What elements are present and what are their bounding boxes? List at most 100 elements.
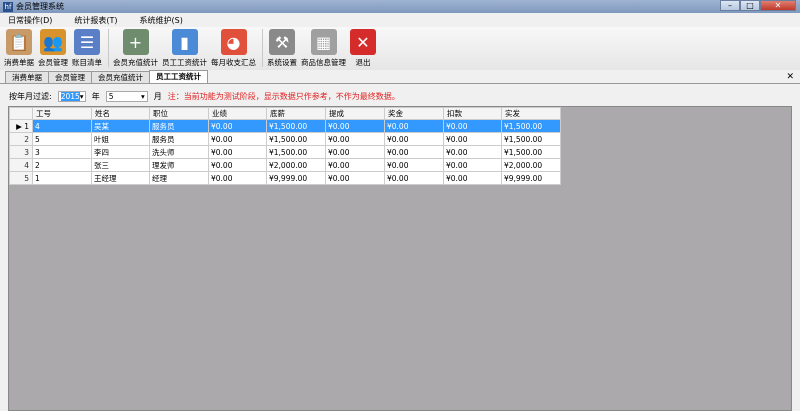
tab-0[interactable]: 消费单据	[5, 71, 49, 83]
tab-2[interactable]: 会员充值统计	[91, 71, 150, 83]
column-header[interactable]: 业绩	[208, 107, 267, 120]
row-number[interactable]: 5	[9, 171, 33, 185]
tab-3[interactable]: 员工工资统计	[149, 70, 208, 83]
table-cell[interactable]: ¥2,000.00	[266, 158, 326, 172]
toolbar-button-exit[interactable]: ✕ 退出	[350, 27, 376, 68]
table-cell[interactable]: 理发师	[149, 158, 209, 172]
table-cell[interactable]: 吴某	[91, 119, 150, 133]
menu-item[interactable]: 统计报表(T)	[74, 15, 117, 26]
close-button[interactable]: ✕	[760, 0, 796, 11]
table-cell[interactable]: ¥9,999.00	[501, 171, 561, 185]
grid-icon: ▦	[310, 29, 337, 55]
table-cell[interactable]: ¥1,500.00	[266, 119, 326, 133]
table-cell[interactable]: ¥0.00	[208, 158, 267, 172]
table-cell[interactable]: 经理	[149, 171, 209, 185]
toolbar-label: 每月收支汇总	[211, 58, 256, 67]
table-cell[interactable]: ¥0.00	[384, 145, 444, 159]
year-select[interactable]: 2015 ▾	[57, 91, 86, 102]
table-cell[interactable]: 服务员	[149, 119, 209, 133]
toolbar-button-tools[interactable]: ⚒ 系统设置	[267, 27, 297, 68]
toolbar-button-grid[interactable]: ▦ 商品信息管理	[301, 27, 346, 68]
column-header[interactable]: 扣款	[443, 107, 502, 120]
toolbar-separator	[108, 29, 109, 67]
filter-bar: 按年月过滤: 2015 ▾ 年 5 ▾ 月 注：当前功能为测试阶段，显示数据只作参考…	[9, 91, 400, 102]
table-cell[interactable]: ¥0.00	[443, 119, 502, 133]
minimize-button[interactable]: –	[720, 0, 740, 11]
table-row[interactable]: 2 5 叶姐 服务员 ¥0.00 ¥1,500.00 ¥0.00 ¥0.00 ¥0.00 ¥1,5…	[9, 132, 561, 146]
month-select[interactable]: 5 ▾	[105, 91, 148, 102]
month-unit: 月	[153, 92, 162, 101]
column-header[interactable]: 提成	[325, 107, 385, 120]
row-number[interactable]: 3	[9, 145, 33, 159]
table-cell[interactable]: ¥2,000.00	[501, 158, 561, 172]
table-cell[interactable]: ¥9,999.00	[266, 171, 326, 185]
table-cell[interactable]: ¥0.00	[443, 145, 502, 159]
table-cell[interactable]: ¥0.00	[384, 119, 444, 133]
table-cell[interactable]: ¥0.00	[443, 158, 502, 172]
table-cell[interactable]: ¥0.00	[443, 132, 502, 146]
toolbar-label: 消费单据	[4, 58, 34, 67]
toolbar-label: 员工工资统计	[162, 58, 207, 67]
table-cell[interactable]: 1	[32, 171, 92, 185]
table-cell[interactable]: 王经理	[91, 171, 150, 185]
table-cell[interactable]: ¥0.00	[208, 145, 267, 159]
column-header[interactable]: 工号	[32, 107, 92, 120]
table-cell[interactable]: ¥0.00	[208, 132, 267, 146]
column-header[interactable]: 职位	[149, 107, 209, 120]
table-cell[interactable]: 3	[32, 145, 92, 159]
table-cell[interactable]: ¥1,500.00	[501, 145, 561, 159]
table-cell[interactable]: ¥1,500.00	[266, 145, 326, 159]
toolbar-button-users[interactable]: 👥 会员管理	[38, 27, 68, 68]
row-number[interactable]: 2	[9, 132, 33, 146]
table-cell[interactable]: ¥1,500.00	[501, 132, 561, 146]
app-icon: hf	[3, 1, 13, 12]
table-cell[interactable]: 4	[32, 119, 92, 133]
table-cell[interactable]: ¥0.00	[384, 158, 444, 172]
toolbar-button-clipboard[interactable]: 📋 消费单据	[4, 27, 34, 68]
close-tab-icon[interactable]: ✕	[786, 72, 794, 82]
table-cell[interactable]: 张三	[91, 158, 150, 172]
menu-bar: 日常操作(D) 统计报表(T) 系统维护(S)	[0, 13, 800, 27]
row-number[interactable]: ▶ 1	[9, 119, 33, 133]
row-number[interactable]: 4	[9, 158, 33, 172]
table-cell[interactable]: ¥0.00	[384, 132, 444, 146]
table-cell[interactable]: ¥1,500.00	[501, 119, 561, 133]
exit-icon: ✕	[350, 29, 376, 55]
table-cell[interactable]: ¥1,500.00	[266, 132, 326, 146]
menu-item[interactable]: 系统维护(S)	[140, 15, 183, 26]
table-row[interactable]: ▶ 1 4 吴某 服务员 ¥0.00 ¥1,500.00 ¥0.00 ¥0.00 ¥0.00 ¥1…	[9, 119, 561, 133]
table-row[interactable]: 3 3 李四 洗头师 ¥0.00 ¥1,500.00 ¥0.00 ¥0.00 ¥0.00 ¥1,5…	[9, 145, 561, 159]
menu-item[interactable]: 日常操作(D)	[8, 15, 52, 26]
table-cell[interactable]: 服务员	[149, 132, 209, 146]
toolbar-button-bar-chart[interactable]: ▮ 员工工资统计	[162, 27, 207, 68]
table-cell[interactable]: ¥0.00	[325, 171, 385, 185]
column-header[interactable]: 底薪	[266, 107, 326, 120]
table-cell[interactable]: ¥0.00	[443, 171, 502, 185]
table-cell[interactable]: 5	[32, 132, 92, 146]
tab-1[interactable]: 会员管理	[48, 71, 92, 83]
table-cell[interactable]: 叶姐	[91, 132, 150, 146]
table-cell[interactable]: 李四	[91, 145, 150, 159]
column-header[interactable]: 奖金	[384, 107, 444, 120]
table-cell[interactable]: ¥0.00	[325, 158, 385, 172]
title-bar: hf 会员管理系统 – □ ✕	[0, 0, 800, 13]
toolbar-button-list[interactable]: ☰ 账目清单	[72, 27, 102, 68]
maximize-button[interactable]: □	[740, 0, 760, 11]
table-cell[interactable]: ¥0.00	[208, 171, 267, 185]
database-add-icon: +	[122, 29, 149, 55]
table-cell[interactable]: ¥0.00	[384, 171, 444, 185]
table-cell[interactable]: 2	[32, 158, 92, 172]
toolbar-button-pie-chart[interactable]: ◕ 每月收支汇总	[211, 27, 256, 68]
table-row[interactable]: 4 2 张三 理发师 ¥0.00 ¥2,000.00 ¥0.00 ¥0.00 ¥0.00 ¥2,0…	[9, 158, 561, 172]
table-cell[interactable]: ¥0.00	[325, 119, 385, 133]
toolbar-label: 账目清单	[72, 58, 102, 67]
column-header[interactable]: 实发	[501, 107, 561, 120]
toolbar-button-database-add[interactable]: + 会员充值统计	[113, 27, 158, 68]
table-row[interactable]: 5 1 王经理 经理 ¥0.00 ¥9,999.00 ¥0.00 ¥0.00 ¥0.00 ¥9,9…	[9, 171, 561, 185]
table-cell[interactable]: ¥0.00	[325, 145, 385, 159]
year-unit: 年	[91, 92, 100, 101]
table-cell[interactable]: ¥0.00	[208, 119, 267, 133]
table-cell[interactable]: ¥0.00	[325, 132, 385, 146]
table-cell[interactable]: 洗头师	[149, 145, 209, 159]
column-header[interactable]: 姓名	[91, 107, 150, 120]
